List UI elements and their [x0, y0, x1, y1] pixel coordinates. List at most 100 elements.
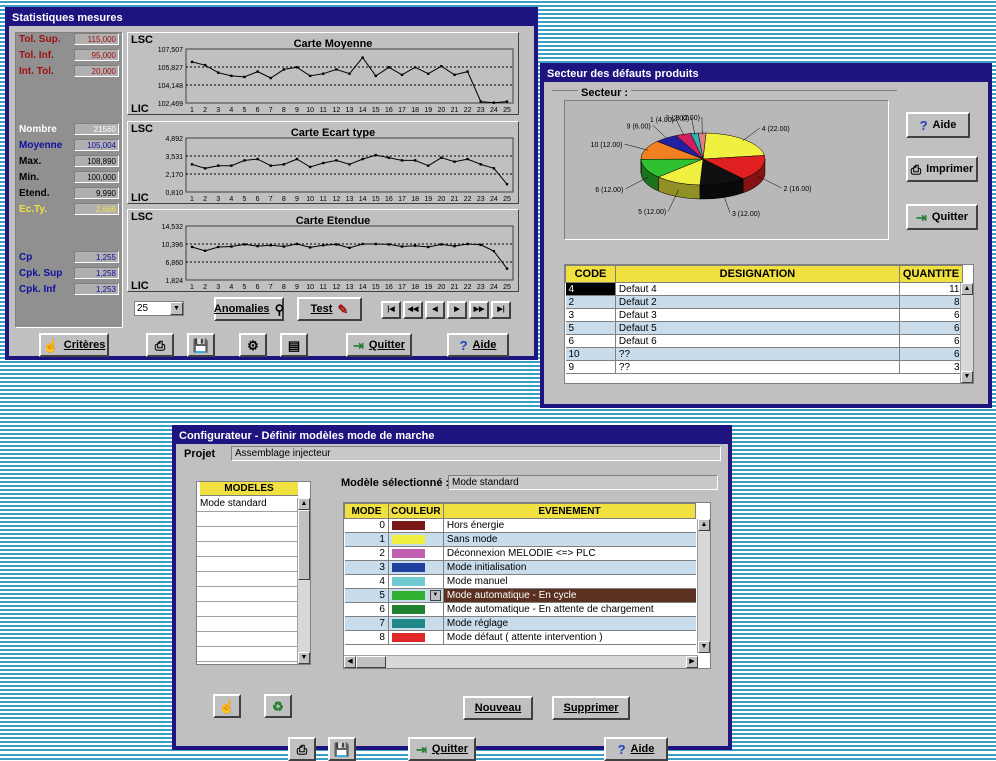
- finger-icon: ☝: [219, 700, 235, 713]
- stats-quitter-button[interactable]: ⇥Quitter: [346, 333, 412, 357]
- table-row[interactable]: 10??6: [566, 348, 963, 361]
- modeles-scrollbar[interactable]: ▲ ▼: [297, 498, 310, 664]
- list-item[interactable]: [197, 556, 297, 571]
- chevron-down-icon[interactable]: ▼: [430, 590, 441, 601]
- column-header[interactable]: CODE: [566, 266, 616, 283]
- stat-value: 1,255: [74, 251, 119, 263]
- table-row[interactable]: 4Defaut 411: [566, 283, 963, 296]
- table-row[interactable]: 5▼Mode automatique - En cycle: [345, 589, 696, 603]
- column-header[interactable]: QUANTITE: [900, 266, 963, 283]
- list-item[interactable]: [197, 631, 297, 646]
- nav-button[interactable]: ◀: [425, 301, 445, 319]
- pie-label: 10 (12.00): [591, 142, 623, 149]
- chart-title: Carte Etendue: [296, 215, 371, 227]
- scroll-up-icon[interactable]: ▲: [698, 519, 710, 531]
- scroll-up-icon[interactable]: ▲: [298, 498, 310, 510]
- list-item[interactable]: [197, 571, 297, 586]
- event-cell: Mode automatique - En cycle: [443, 589, 695, 603]
- model-name: Mode standard: [197, 496, 297, 511]
- scroll-down-icon[interactable]: ▼: [298, 652, 310, 664]
- test-button[interactable]: Test✎: [297, 297, 362, 321]
- stat-label: Cpk. Inf: [19, 284, 56, 295]
- criteres-button[interactable]: ☝Critères: [39, 333, 109, 357]
- stat-label: Moyenne: [19, 140, 62, 151]
- data-point: [256, 158, 258, 160]
- table-row[interactable]: 5Defaut 56: [566, 322, 963, 335]
- table-row[interactable]: 6Defaut 66: [566, 335, 963, 348]
- events-hscroll[interactable]: ◀ ▶: [344, 655, 698, 668]
- nouveau-button[interactable]: Nouveau: [463, 696, 533, 720]
- scroll-left-icon[interactable]: ◀: [344, 656, 356, 668]
- data-point: [348, 163, 350, 165]
- new-model-button[interactable]: ☝: [213, 694, 241, 718]
- column-header[interactable]: COULEUR: [388, 504, 443, 519]
- data-point: [440, 65, 442, 67]
- nav-button[interactable]: ◀◀: [403, 301, 423, 319]
- x-tick-label: 17: [398, 196, 406, 203]
- color-cell[interactable]: ▼: [388, 589, 443, 603]
- exit-door-icon: ⇥: [416, 743, 427, 756]
- projet-field[interactable]: Assemblage injecteur: [231, 446, 721, 461]
- table-row[interactable]: 0Hors énergie: [345, 519, 696, 533]
- quantity-cell: 8: [900, 296, 963, 309]
- scroll-right-icon[interactable]: ▶: [686, 656, 698, 668]
- column-header[interactable]: EVENEMENT: [443, 504, 695, 519]
- table-row[interactable]: 7Mode réglage: [345, 617, 696, 631]
- table-row[interactable]: 6Mode automatique - En attente de charge…: [345, 603, 696, 617]
- x-tick-label: 15: [372, 284, 380, 291]
- config-save-button[interactable]: 💾: [328, 737, 356, 761]
- secteur-aide-button[interactable]: ?Aide: [906, 112, 970, 138]
- list-item[interactable]: Mode standard: [197, 496, 297, 511]
- nav-button[interactable]: |◀: [381, 301, 401, 319]
- list-item[interactable]: [197, 586, 297, 601]
- nav-button[interactable]: ▶|: [491, 301, 511, 319]
- table-row[interactable]: 3Defaut 36: [566, 309, 963, 322]
- data-point: [401, 245, 403, 247]
- anomalies-button[interactable]: Anomalies⚲: [214, 297, 284, 321]
- save-button[interactable]: 💾: [187, 333, 215, 357]
- print-button[interactable]: ⎙: [146, 333, 174, 357]
- nav-button[interactable]: ▶▶: [469, 301, 489, 319]
- scroll-down-icon[interactable]: ▼: [961, 371, 973, 383]
- config-print-button[interactable]: ⎙: [288, 737, 316, 761]
- hscroll-thumb[interactable]: [356, 656, 386, 668]
- defects-scrollbar[interactable]: ▲ ▼: [960, 283, 973, 383]
- table-row[interactable]: 2Defaut 28: [566, 296, 963, 309]
- list-item[interactable]: [197, 616, 297, 631]
- list-item[interactable]: [197, 541, 297, 556]
- chevron-down-icon[interactable]: ▼: [170, 302, 183, 315]
- mode-cell: 3: [345, 561, 389, 575]
- color-swatch: [392, 577, 425, 586]
- column-header[interactable]: MODE: [345, 504, 389, 519]
- table-row[interactable]: 3Mode initialisation: [345, 561, 696, 575]
- list-item[interactable]: [197, 646, 297, 661]
- export-button[interactable]: ⚙: [239, 333, 267, 357]
- exit-door-icon: ⇥: [353, 339, 364, 352]
- secteur-quitter-button[interactable]: ⇥Quitter: [906, 204, 978, 230]
- nouveau-label: Nouveau: [475, 702, 521, 714]
- supprimer-button[interactable]: Supprimer: [552, 696, 630, 720]
- column-header[interactable]: DESIGNATION: [615, 266, 899, 283]
- list-item[interactable]: [197, 511, 297, 526]
- table-row[interactable]: 9??3: [566, 361, 963, 374]
- table-row[interactable]: 1Sans mode: [345, 533, 696, 547]
- table-row[interactable]: 4Mode manuel: [345, 575, 696, 589]
- imprimer-button[interactable]: ⎙Imprimer: [906, 156, 978, 182]
- nav-button[interactable]: ▶: [447, 301, 467, 319]
- scroll-thumb[interactable]: [298, 510, 310, 580]
- list-item[interactable]: [197, 601, 297, 616]
- data-point: [506, 183, 508, 185]
- config-aide-button[interactable]: ?Aide: [604, 737, 668, 761]
- events-vscroll[interactable]: ▲ ▼: [697, 519, 710, 653]
- scroll-down-icon[interactable]: ▼: [698, 641, 710, 653]
- scroll-up-icon[interactable]: ▲: [961, 283, 973, 295]
- table-row[interactable]: 8Mode défaut ( attente intervention ): [345, 631, 696, 645]
- table-row[interactable]: 2Déconnexion MELODIE <=> PLC: [345, 547, 696, 561]
- config-quitter-button[interactable]: ⇥Quitter: [408, 737, 476, 761]
- data-point: [453, 245, 455, 247]
- count-combo[interactable]: 25 ▼: [134, 301, 184, 316]
- stats-aide-button[interactable]: ?Aide: [447, 333, 509, 357]
- report-button[interactable]: ▤: [280, 333, 308, 357]
- list-item[interactable]: [197, 526, 297, 541]
- delete-model-button[interactable]: ♻: [264, 694, 292, 718]
